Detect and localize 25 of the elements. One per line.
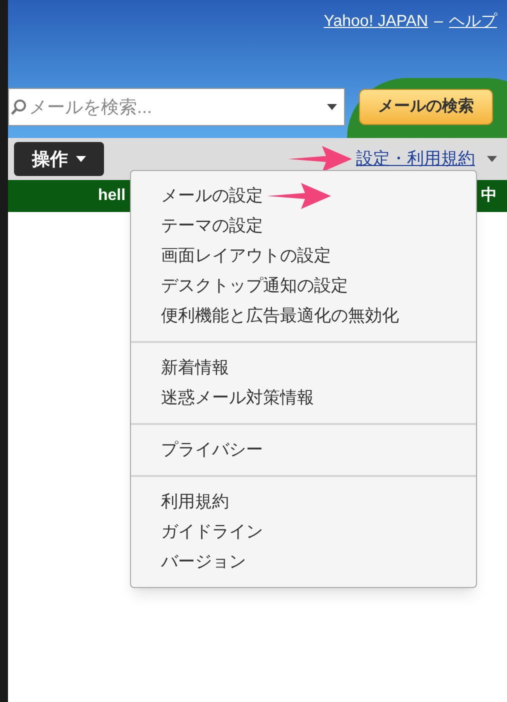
menu-item[interactable]: 利用規約	[131, 487, 229, 517]
banner-status-text: 中	[481, 186, 497, 206]
menu-item[interactable]: ガイドライン	[131, 517, 263, 547]
menu-item[interactable]: 画面レイアウトの設定	[131, 241, 331, 271]
menu-item[interactable]: プライバシー	[131, 435, 263, 465]
menu-item[interactable]: 新着情報	[131, 353, 229, 383]
menu-item[interactable]: バージョン	[131, 547, 246, 577]
help-link[interactable]: ヘルプ	[449, 10, 497, 34]
settings-link[interactable]: 設定・利用規約	[356, 146, 475, 172]
menu-item[interactable]: メールの設定	[131, 181, 263, 211]
search-button[interactable]: メールの検索	[359, 89, 493, 125]
caret-icon	[327, 104, 337, 110]
separator-text: –	[434, 12, 443, 32]
menu-item[interactable]: 迷惑メール対策情報	[131, 383, 314, 413]
menu-item[interactable]: 便利機能と広告最適化の無効化	[131, 301, 399, 331]
caret-icon	[487, 156, 497, 162]
action-button[interactable]: 操作	[14, 142, 104, 176]
search-icon	[11, 99, 27, 115]
banner-text: hell	[98, 186, 126, 206]
menu-item[interactable]: デスクトップ通知の設定	[131, 271, 348, 301]
search-field[interactable]: メールを検索...	[8, 88, 345, 126]
menu-item[interactable]: テーマの設定	[131, 211, 263, 241]
yahoo-japan-link[interactable]: Yahoo! JAPAN	[324, 10, 428, 34]
caret-icon	[76, 156, 86, 162]
arrow-annotation-icon	[267, 181, 331, 211]
